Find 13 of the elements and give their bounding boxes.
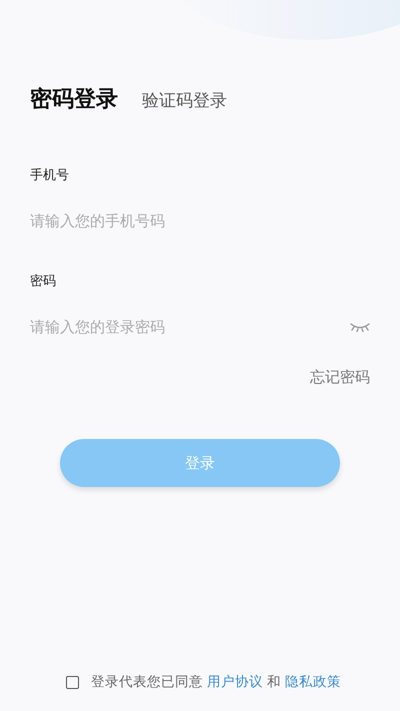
and-text: 和 [267,673,281,691]
input-field[interactable]: 请输入您的登录密码 [30,316,350,338]
input-field[interactable]: 请输入您的手机号码 [30,210,370,232]
login-tab[interactable]: 密码登录 [30,84,118,114]
user-agreement-link[interactable]: 用户协议 [207,673,263,691]
field-label: 手机号 [30,167,69,184]
checkbox[interactable] [66,676,79,688]
login-tab[interactable]: 验证码登录 [142,89,227,112]
field-label: 密码 [30,273,56,290]
closed-eye-icon[interactable] [350,322,370,332]
privacy-policy-link[interactable]: 隐私政策 [285,673,341,691]
forgot-password-link[interactable]: 忘记密码 [310,368,370,387]
agreement-text: 登录代表您已同意 [91,673,203,691]
